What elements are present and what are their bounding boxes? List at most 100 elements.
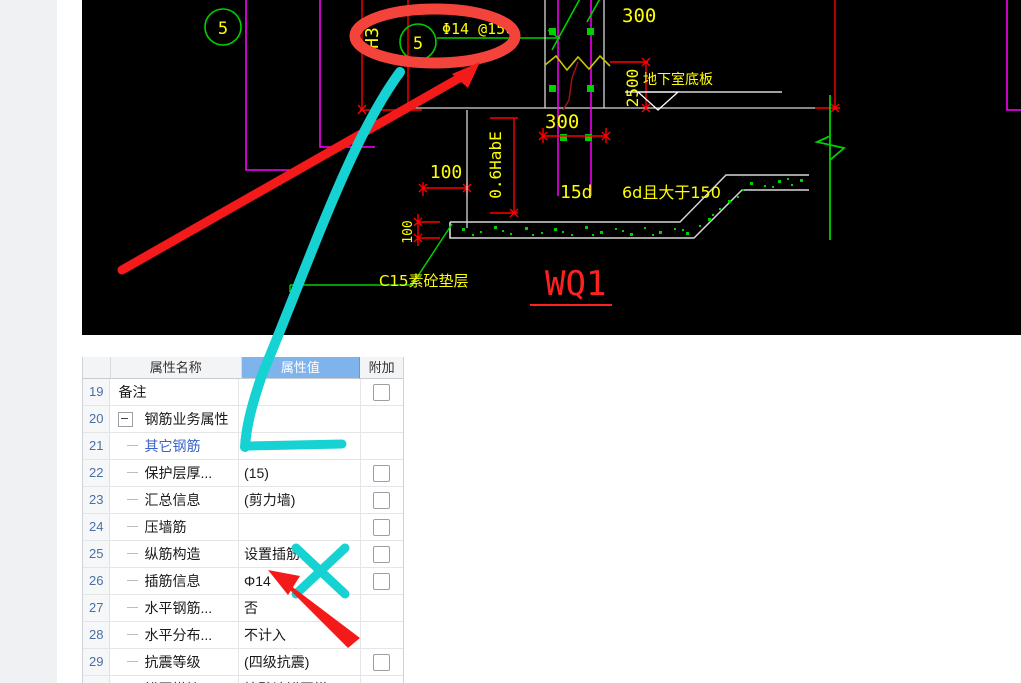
table-row[interactable]: 21 其它钢筋 — [83, 433, 403, 460]
additional-cell[interactable] — [361, 676, 403, 683]
label-dim-100: 100 — [430, 162, 463, 183]
additional-cell[interactable] — [361, 568, 403, 594]
table-row[interactable]: 28 水平分布... 不计入 — [83, 622, 403, 649]
additional-cell[interactable] — [361, 514, 403, 540]
label-wall-tag: WQ1 — [545, 264, 606, 304]
property-grid[interactable]: 属性名称 属性值 附加 19 备注 20 钢筋业务属性 21 其它钢筋 22 保护层厚... (… — [82, 357, 404, 683]
row-number[interactable]: 30 — [83, 676, 111, 683]
cad-drawing-canvas[interactable]: 5 5 H3 Φ14 @150 300 2500 300 地下室底板 100 1… — [82, 0, 1021, 335]
tree-dash-icon — [127, 526, 139, 527]
label-cushion-c15: C15素砼垫层 — [379, 272, 469, 290]
additional-cell[interactable] — [361, 622, 403, 648]
property-value-cell[interactable]: (剪力墙) — [239, 487, 361, 513]
property-name-cell[interactable]: 插筋信息 — [110, 568, 240, 594]
label-dim-100-left: 100 — [401, 220, 416, 243]
table-row[interactable]: 30锚固搭接按默认锚固搭 — [83, 676, 403, 683]
table-row[interactable]: 26 插筋信息 Φ14 — [83, 568, 403, 595]
tree-dash-icon — [127, 499, 139, 500]
row-number[interactable]: 20 — [83, 406, 111, 432]
row-number[interactable]: 26 — [83, 568, 111, 594]
property-name-cell[interactable]: 抗震等级 — [110, 649, 240, 675]
property-name-label: 插筋信息 — [144, 573, 201, 589]
additional-cell[interactable] — [361, 649, 403, 675]
property-value-cell[interactable] — [239, 406, 361, 432]
additional-checkbox[interactable] — [373, 491, 391, 509]
additional-checkbox[interactable] — [373, 518, 391, 536]
property-name-cell[interactable]: 备注 — [110, 379, 240, 405]
additional-checkbox[interactable] — [373, 383, 391, 401]
row-number[interactable]: 29 — [83, 649, 111, 675]
collapse-minus-icon[interactable] — [118, 412, 134, 427]
table-row[interactable]: 19 备注 — [83, 379, 403, 406]
property-value-cell[interactable]: 否 — [239, 595, 361, 621]
row-number[interactable]: 22 — [83, 460, 111, 486]
property-name-label: 保护层厚... — [144, 465, 213, 481]
additional-checkbox[interactable] — [373, 545, 391, 563]
label-dim-2500: 2500 — [623, 69, 642, 108]
label-bubble-mid: 5 — [413, 34, 423, 54]
grid-body[interactable]: 19 备注 20 钢筋业务属性 21 其它钢筋 22 保护层厚... (15) 23 汇总信息 (剪力… — [83, 379, 403, 683]
property-name-cell[interactable]: 水平分布... — [110, 622, 240, 648]
grid-header-row: 属性名称 属性值 附加 — [83, 357, 403, 379]
property-value-cell[interactable]: Φ14 — [239, 568, 361, 594]
additional-cell[interactable] — [361, 595, 403, 621]
row-number[interactable]: 28 — [83, 622, 111, 648]
tree-dash-icon — [127, 634, 139, 635]
additional-checkbox[interactable] — [373, 464, 391, 482]
grid-header-property-name[interactable]: 属性名称 — [110, 357, 242, 379]
label-basement-slab: 地下室底板 — [643, 71, 713, 88]
property-name-cell[interactable]: 汇总信息 — [110, 487, 240, 513]
property-name-cell[interactable]: 水平钢筋... — [110, 595, 240, 621]
tree-dash-icon — [127, 580, 139, 581]
table-row[interactable]: 24 压墙筋 — [83, 514, 403, 541]
property-value-cell[interactable]: 按默认锚固搭 — [239, 676, 361, 683]
property-value-cell[interactable]: (15) — [239, 460, 361, 486]
additional-checkbox[interactable] — [373, 572, 391, 590]
row-number[interactable]: 19 — [83, 379, 111, 405]
tree-dash-icon — [127, 607, 139, 608]
property-value-cell[interactable]: (四级抗震) — [239, 649, 361, 675]
additional-cell[interactable] — [361, 541, 403, 567]
tree-dash-icon — [127, 445, 139, 446]
label-wall-height: H3 — [362, 27, 383, 49]
property-name-cell[interactable]: 锚固搭接 — [110, 676, 240, 683]
property-name-cell[interactable]: 保护层厚... — [110, 460, 240, 486]
property-value-cell[interactable] — [239, 433, 361, 459]
additional-checkbox[interactable] — [373, 653, 391, 671]
row-number[interactable]: 24 — [83, 514, 111, 540]
property-name-label[interactable]: 其它钢筋 — [110, 433, 238, 459]
row-number[interactable]: 25 — [83, 541, 111, 567]
label-rebar-spec: Φ14 @150 — [442, 20, 514, 38]
property-name-label: 抗震等级 — [144, 654, 201, 670]
grid-header-property-value[interactable]: 属性值 — [241, 357, 361, 379]
property-value-cell[interactable]: 设置插筋 — [239, 541, 361, 567]
property-name-cell[interactable]: 纵筋构造 — [110, 541, 240, 567]
table-row[interactable]: 27 水平钢筋... 否 — [83, 595, 403, 622]
label-anchor-06habe: 0.6HabE — [486, 131, 505, 198]
property-name-cell[interactable]: 压墙筋 — [110, 514, 240, 540]
cad-drawing-svg: 5 5 H3 Φ14 @150 300 2500 300 地下室底板 100 1… — [82, 0, 1021, 335]
table-row[interactable]: 22 保护层厚... (15) — [83, 460, 403, 487]
additional-cell[interactable] — [361, 487, 403, 513]
tree-dash-icon — [127, 553, 139, 554]
additional-cell[interactable] — [361, 433, 403, 459]
property-value-cell[interactable] — [239, 379, 361, 405]
table-row[interactable]: 29 抗震等级 (四级抗震) — [83, 649, 403, 676]
property-value-cell[interactable]: 不计入 — [239, 622, 361, 648]
label-dim-300-top: 300 — [622, 5, 656, 27]
row-number[interactable]: 27 — [83, 595, 111, 621]
grid-header-rownum[interactable] — [83, 357, 111, 379]
additional-cell[interactable] — [361, 406, 403, 432]
property-name-cell[interactable]: 钢筋业务属性 — [110, 406, 240, 432]
table-row[interactable]: 20 钢筋业务属性 — [83, 406, 403, 433]
table-row[interactable]: 25 纵筋构造 设置插筋 — [83, 541, 403, 568]
row-number[interactable]: 23 — [83, 487, 111, 513]
property-name-label: 水平分布... — [144, 627, 213, 643]
additional-cell[interactable] — [361, 379, 403, 405]
property-name-cell[interactable]: 其它钢筋 — [110, 433, 240, 459]
row-number[interactable]: 21 — [83, 433, 111, 459]
grid-header-additional[interactable]: 附加 — [360, 357, 403, 379]
table-row[interactable]: 23 汇总信息 (剪力墙) — [83, 487, 403, 514]
additional-cell[interactable] — [361, 460, 403, 486]
property-value-cell[interactable] — [239, 514, 361, 540]
